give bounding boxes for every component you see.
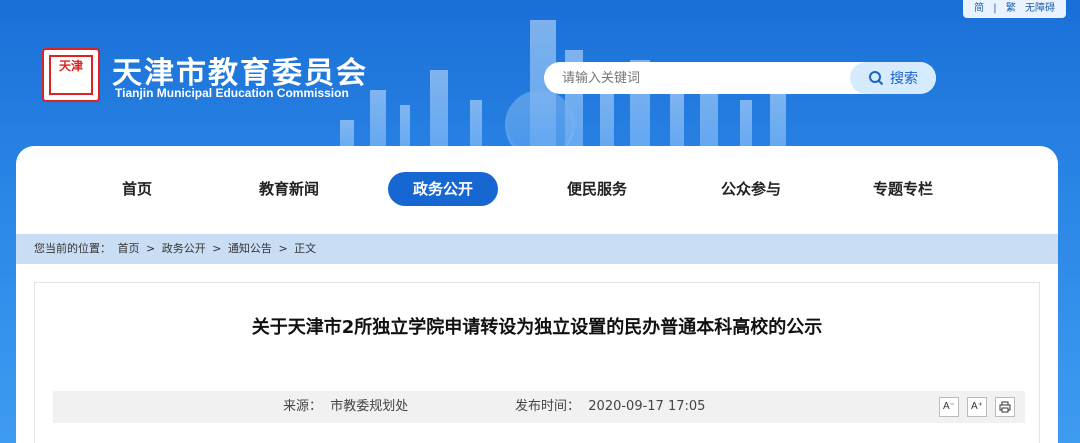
- breadcrumb-sep: >: [146, 242, 156, 255]
- traditional-link[interactable]: 繁: [1006, 3, 1016, 14]
- search-button[interactable]: 搜索: [850, 62, 936, 94]
- article-tools: A⁻ A⁺: [939, 397, 1015, 417]
- top-utility-links: 简 | 繁 无障碍: [963, 0, 1066, 18]
- simplified-link[interactable]: 简: [974, 3, 984, 14]
- article-meta: 来源： 市教委规划处 发布时间： 2020-09-17 17:05 A⁻ A⁺: [53, 391, 1025, 423]
- breadcrumb-government[interactable]: 政务公开: [162, 242, 206, 255]
- main-panel: 首页 教育新闻 政务公开 便民服务 公众参与 专题专栏 您当前的位置： 首页 >…: [16, 146, 1058, 443]
- breadcrumb-home[interactable]: 首页: [118, 242, 140, 255]
- search-input[interactable]: [544, 62, 844, 94]
- breadcrumb-notices[interactable]: 通知公告: [228, 242, 272, 255]
- time-label: 发布时间：: [515, 399, 581, 414]
- article-container: 关于天津市2所独立学院申请转设为独立设置的民办普通本科高校的公示 来源： 市教委…: [34, 282, 1040, 443]
- accessibility-link[interactable]: 无障碍: [1025, 3, 1055, 14]
- nav-item-services[interactable]: 便民服务: [552, 172, 642, 206]
- nav-item-topics[interactable]: 专题专栏: [858, 172, 948, 206]
- nav-item-participation[interactable]: 公众参与: [706, 172, 796, 206]
- source-value: 市教委规划处: [330, 399, 409, 414]
- logo-seal: 天津: [49, 55, 93, 95]
- print-button[interactable]: [995, 397, 1015, 417]
- site-logo[interactable]: 天津: [42, 48, 100, 102]
- article-title: 关于天津市2所独立学院申请转设为独立设置的民办普通本科高校的公示: [251, 317, 823, 338]
- nav-item-news[interactable]: 教育新闻: [244, 172, 334, 206]
- breadcrumb: 您当前的位置： 首页 > 政务公开 > 通知公告 > 正文: [16, 234, 1058, 264]
- breadcrumb-current: 正文: [294, 242, 317, 255]
- font-decrease-button[interactable]: A⁻: [939, 397, 959, 417]
- main-nav: 首页 教育新闻 政务公开 便民服务 公众参与 专题专栏: [16, 166, 1058, 212]
- breadcrumb-sep: >: [212, 242, 222, 255]
- breadcrumb-prefix: 您当前的位置：: [34, 242, 111, 255]
- nav-item-government-affairs[interactable]: 政务公开: [388, 172, 498, 206]
- search-box: 搜索: [544, 62, 936, 94]
- nav-item-home[interactable]: 首页: [102, 172, 172, 206]
- separator: |: [993, 3, 997, 14]
- printer-icon: [999, 401, 1011, 413]
- source-label: 来源：: [283, 399, 323, 414]
- time-value: 2020-09-17 17:05: [588, 399, 706, 414]
- article-source: 来源： 市教委规划处: [283, 391, 408, 423]
- font-increase-button[interactable]: A⁺: [967, 397, 987, 417]
- breadcrumb-sep: >: [278, 242, 288, 255]
- search-button-label: 搜索: [890, 71, 918, 87]
- article-publish-time: 发布时间： 2020-09-17 17:05: [515, 391, 705, 423]
- site-subtitle: Tianjin Municipal Education Commission: [115, 86, 349, 100]
- search-icon: [869, 71, 884, 86]
